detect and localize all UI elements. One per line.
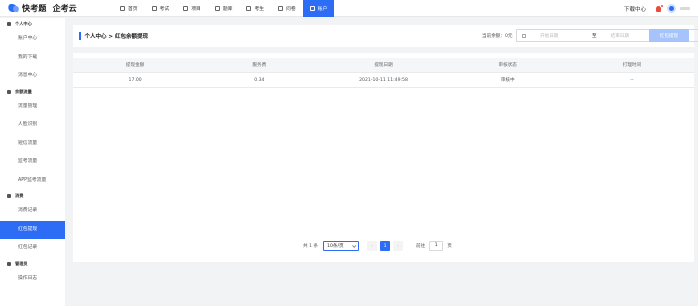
main-content: 提现金额 服务费 提现日期 审核状态 打理时间 17.00 0.34 2021-… <box>73 53 694 262</box>
nav-item-project[interactable]: 项目 <box>176 0 208 17</box>
sidebar-item-face-recognition[interactable]: 人脸识别 <box>0 116 65 135</box>
survey-icon <box>278 5 284 11</box>
top-right: 下载中心 <box>624 0 690 17</box>
page-size-select[interactable]: 10条/页 <box>323 241 360 251</box>
question-bank-icon <box>214 5 220 11</box>
logo-text: 快考题 <box>22 3 47 13</box>
cell-service-fee: 0.34 <box>254 77 265 83</box>
nav-item-survey[interactable]: 问卷 <box>271 0 303 17</box>
withdraw-button[interactable]: 红包提现 <box>649 29 689 42</box>
sidebar-group-personal: 个人中心 <box>0 18 65 30</box>
sidebar-item-app-proctor-flow[interactable]: APP监考流量 <box>0 172 65 191</box>
cell-process-time: -- <box>630 77 634 83</box>
calendar-icon <box>522 33 526 38</box>
nav-item-exam[interactable]: 考试 <box>145 0 177 17</box>
breadcrumb: 个人中心 > 红包余额提现 <box>84 34 148 40</box>
candidate-icon <box>246 5 252 11</box>
nav-item-home[interactable]: 首页 <box>113 0 145 17</box>
sidebar-item-redpacket-records[interactable]: 红包记录 <box>0 239 65 258</box>
sidebar-group-admin: 管理员 <box>0 258 65 270</box>
cell-review-status: 审核中 <box>500 78 515 83</box>
account-icon <box>309 5 315 11</box>
nav-item-question-bank[interactable]: 题库 <box>208 0 240 17</box>
title-accent-bar <box>79 32 81 40</box>
table-header: 提现金额 服务费 提现日期 审核状态 打理时间 <box>73 58 694 73</box>
sidebar-group-consume: 消费 <box>0 190 65 202</box>
sidebar-item-my-downloads[interactable]: 我的下载 <box>0 49 65 68</box>
consume-icon <box>7 194 11 198</box>
col-process-time: 打理时间 <box>622 63 642 68</box>
pagination: 共 1 条 10条/页 ‹ 1 › 前往 1 页 <box>303 241 452 251</box>
col-withdraw-date: 提现日期 <box>374 63 393 68</box>
nav-item-account[interactable]: 账户 <box>302 0 335 17</box>
sidebar-item-redpacket-withdraw[interactable]: 红包提现 <box>0 220 65 239</box>
sidebar-item-messages[interactable]: 消息中心 <box>0 67 65 86</box>
notification-bell-icon[interactable] <box>656 4 663 12</box>
goto-page-input[interactable]: 1 <box>429 241 444 251</box>
download-center-link[interactable]: 下载中心 <box>624 5 646 13</box>
logo-text-secondary: 企考云 <box>52 3 77 13</box>
admin-icon <box>7 261 11 266</box>
col-amount: 提现金额 <box>125 63 145 68</box>
home-icon <box>120 5 125 11</box>
next-page-button[interactable]: › <box>393 241 404 251</box>
sidebar-item-account-center[interactable]: 账户中心 <box>0 30 65 49</box>
goto-label: 前往 <box>416 244 426 249</box>
cell-withdraw-date: 2021-10-11 11:49:58 <box>359 77 408 83</box>
user-icon <box>7 22 11 26</box>
nav-item-candidate[interactable]: 考生 <box>239 0 271 17</box>
sidebar-item-consume-records[interactable]: 消费记录 <box>0 202 65 221</box>
current-balance: 当前余额：0元 <box>482 34 513 39</box>
date-start-input[interactable]: 开始日期 <box>540 33 592 39</box>
exam-icon <box>151 5 157 11</box>
sidebar-item-operation-log[interactable]: 操作日志 <box>0 270 65 289</box>
sidebar: 个人中心 账户中心 我的下载 消息中心 余额流量 流量管理 人脸识别 短信流量 … <box>0 18 65 306</box>
sidebar-item-sms-flow[interactable]: 短信流量 <box>0 135 65 154</box>
avatar[interactable] <box>667 4 676 13</box>
logo-icon <box>8 3 20 13</box>
col-review-status: 审核状态 <box>498 63 517 68</box>
col-service-fee: 服务费 <box>252 63 267 68</box>
date-range-separator: 至 <box>592 33 597 39</box>
sidebar-group-balance: 余额流量 <box>0 86 65 98</box>
page-number-current[interactable]: 1 <box>380 241 391 251</box>
username-placeholder[interactable] <box>680 7 690 10</box>
prev-page-button[interactable]: ‹ <box>367 241 378 251</box>
pagination-total: 共 1 条 <box>303 244 319 249</box>
project-icon <box>183 5 189 11</box>
date-end-input[interactable]: 结束日期 <box>611 33 629 39</box>
sidebar-item-flow-management[interactable]: 流量管理 <box>0 98 65 117</box>
main-nav: 首页 考试 项目 题库 考生 问卷 账户 <box>113 0 335 17</box>
top-bar: 快考题 企考云 首页 考试 项目 题库 考生 问卷 账户 下载中心 <box>0 0 698 17</box>
table-row: 17.00 0.34 2021-10-11 11:49:58 审核中 -- <box>73 73 694 88</box>
sidebar-item-proctor-flow[interactable]: 监考流量 <box>0 153 65 172</box>
chevron-down-icon <box>352 243 357 248</box>
logo[interactable]: 快考题 企考云 <box>8 3 98 14</box>
withdraw-table: 提现金额 服务费 提现日期 审核状态 打理时间 17.00 0.34 2021-… <box>73 58 694 88</box>
page-suffix: 页 <box>447 244 452 249</box>
cell-amount: 17.00 <box>128 77 142 83</box>
page-header: 个人中心 > 红包余额提现 当前余额：0元 开始日期 至 结束日期 红包提现 <box>73 25 698 47</box>
balance-icon <box>7 89 11 94</box>
